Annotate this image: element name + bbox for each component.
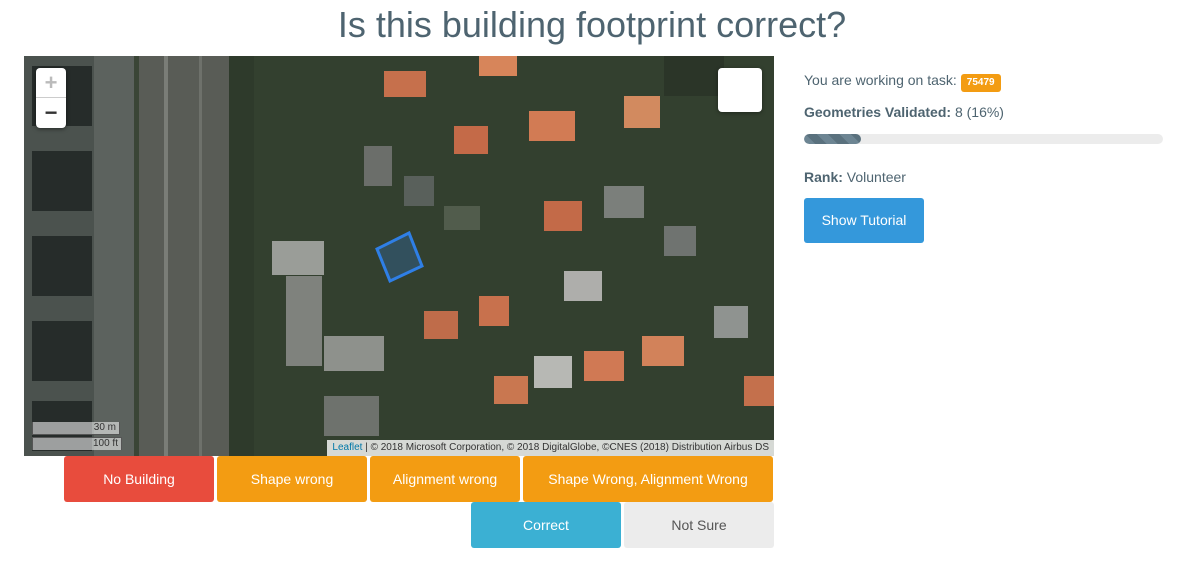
satellite-imagery — [24, 56, 774, 456]
zoom-in-button[interactable]: + — [36, 68, 66, 98]
shape-alignment-wrong-button[interactable]: Shape Wrong, Alignment Wrong — [523, 456, 773, 502]
zoom-out-button[interactable]: − — [36, 98, 66, 128]
zoom-control: + − — [36, 68, 66, 128]
geometries-value: 8 (16%) — [951, 104, 1004, 120]
attribution-text: | © 2018 Microsoft Corporation, © 2018 D… — [362, 442, 769, 453]
progress-bar — [804, 134, 1163, 144]
task-id-badge: 75479 — [960, 74, 1001, 92]
geometries-label: Geometries Validated: — [804, 104, 952, 120]
layers-icon[interactable] — [718, 68, 762, 112]
geometries-validated: Geometries Validated: 8 (16%) — [804, 102, 1004, 122]
task-info: You are working on task: 75479 — [804, 70, 1001, 92]
map-attribution: Leaflet | © 2018 Microsoft Corporation, … — [327, 440, 774, 456]
leaflet-link[interactable]: Leaflet — [332, 442, 362, 453]
page-title: Is this building footprint correct? — [337, 4, 847, 45]
scale-bar: 30 m 100 ft — [32, 422, 122, 450]
rank-value: Volunteer — [842, 169, 906, 185]
rank-info: Rank: Volunteer — [804, 167, 906, 187]
alignment-wrong-button[interactable]: Alignment wrong — [370, 456, 520, 502]
scale-imperial: 100 ft — [32, 437, 122, 450]
show-tutorial-button[interactable]: Show Tutorial — [804, 198, 924, 243]
scale-metric: 30 m — [32, 422, 120, 435]
shape-wrong-button[interactable]: Shape wrong — [217, 456, 367, 502]
correct-button[interactable]: Correct — [471, 502, 621, 548]
no-building-button[interactable]: No Building — [64, 456, 214, 502]
not-sure-button[interactable]: Not Sure — [624, 502, 774, 548]
progress-fill — [804, 134, 862, 144]
task-label: You are working on task: — [804, 72, 957, 88]
satellite-map[interactable]: + − 30 m 100 ft Leaflet | © 2018 Microso… — [24, 56, 774, 456]
rank-label: Rank: — [804, 169, 843, 185]
